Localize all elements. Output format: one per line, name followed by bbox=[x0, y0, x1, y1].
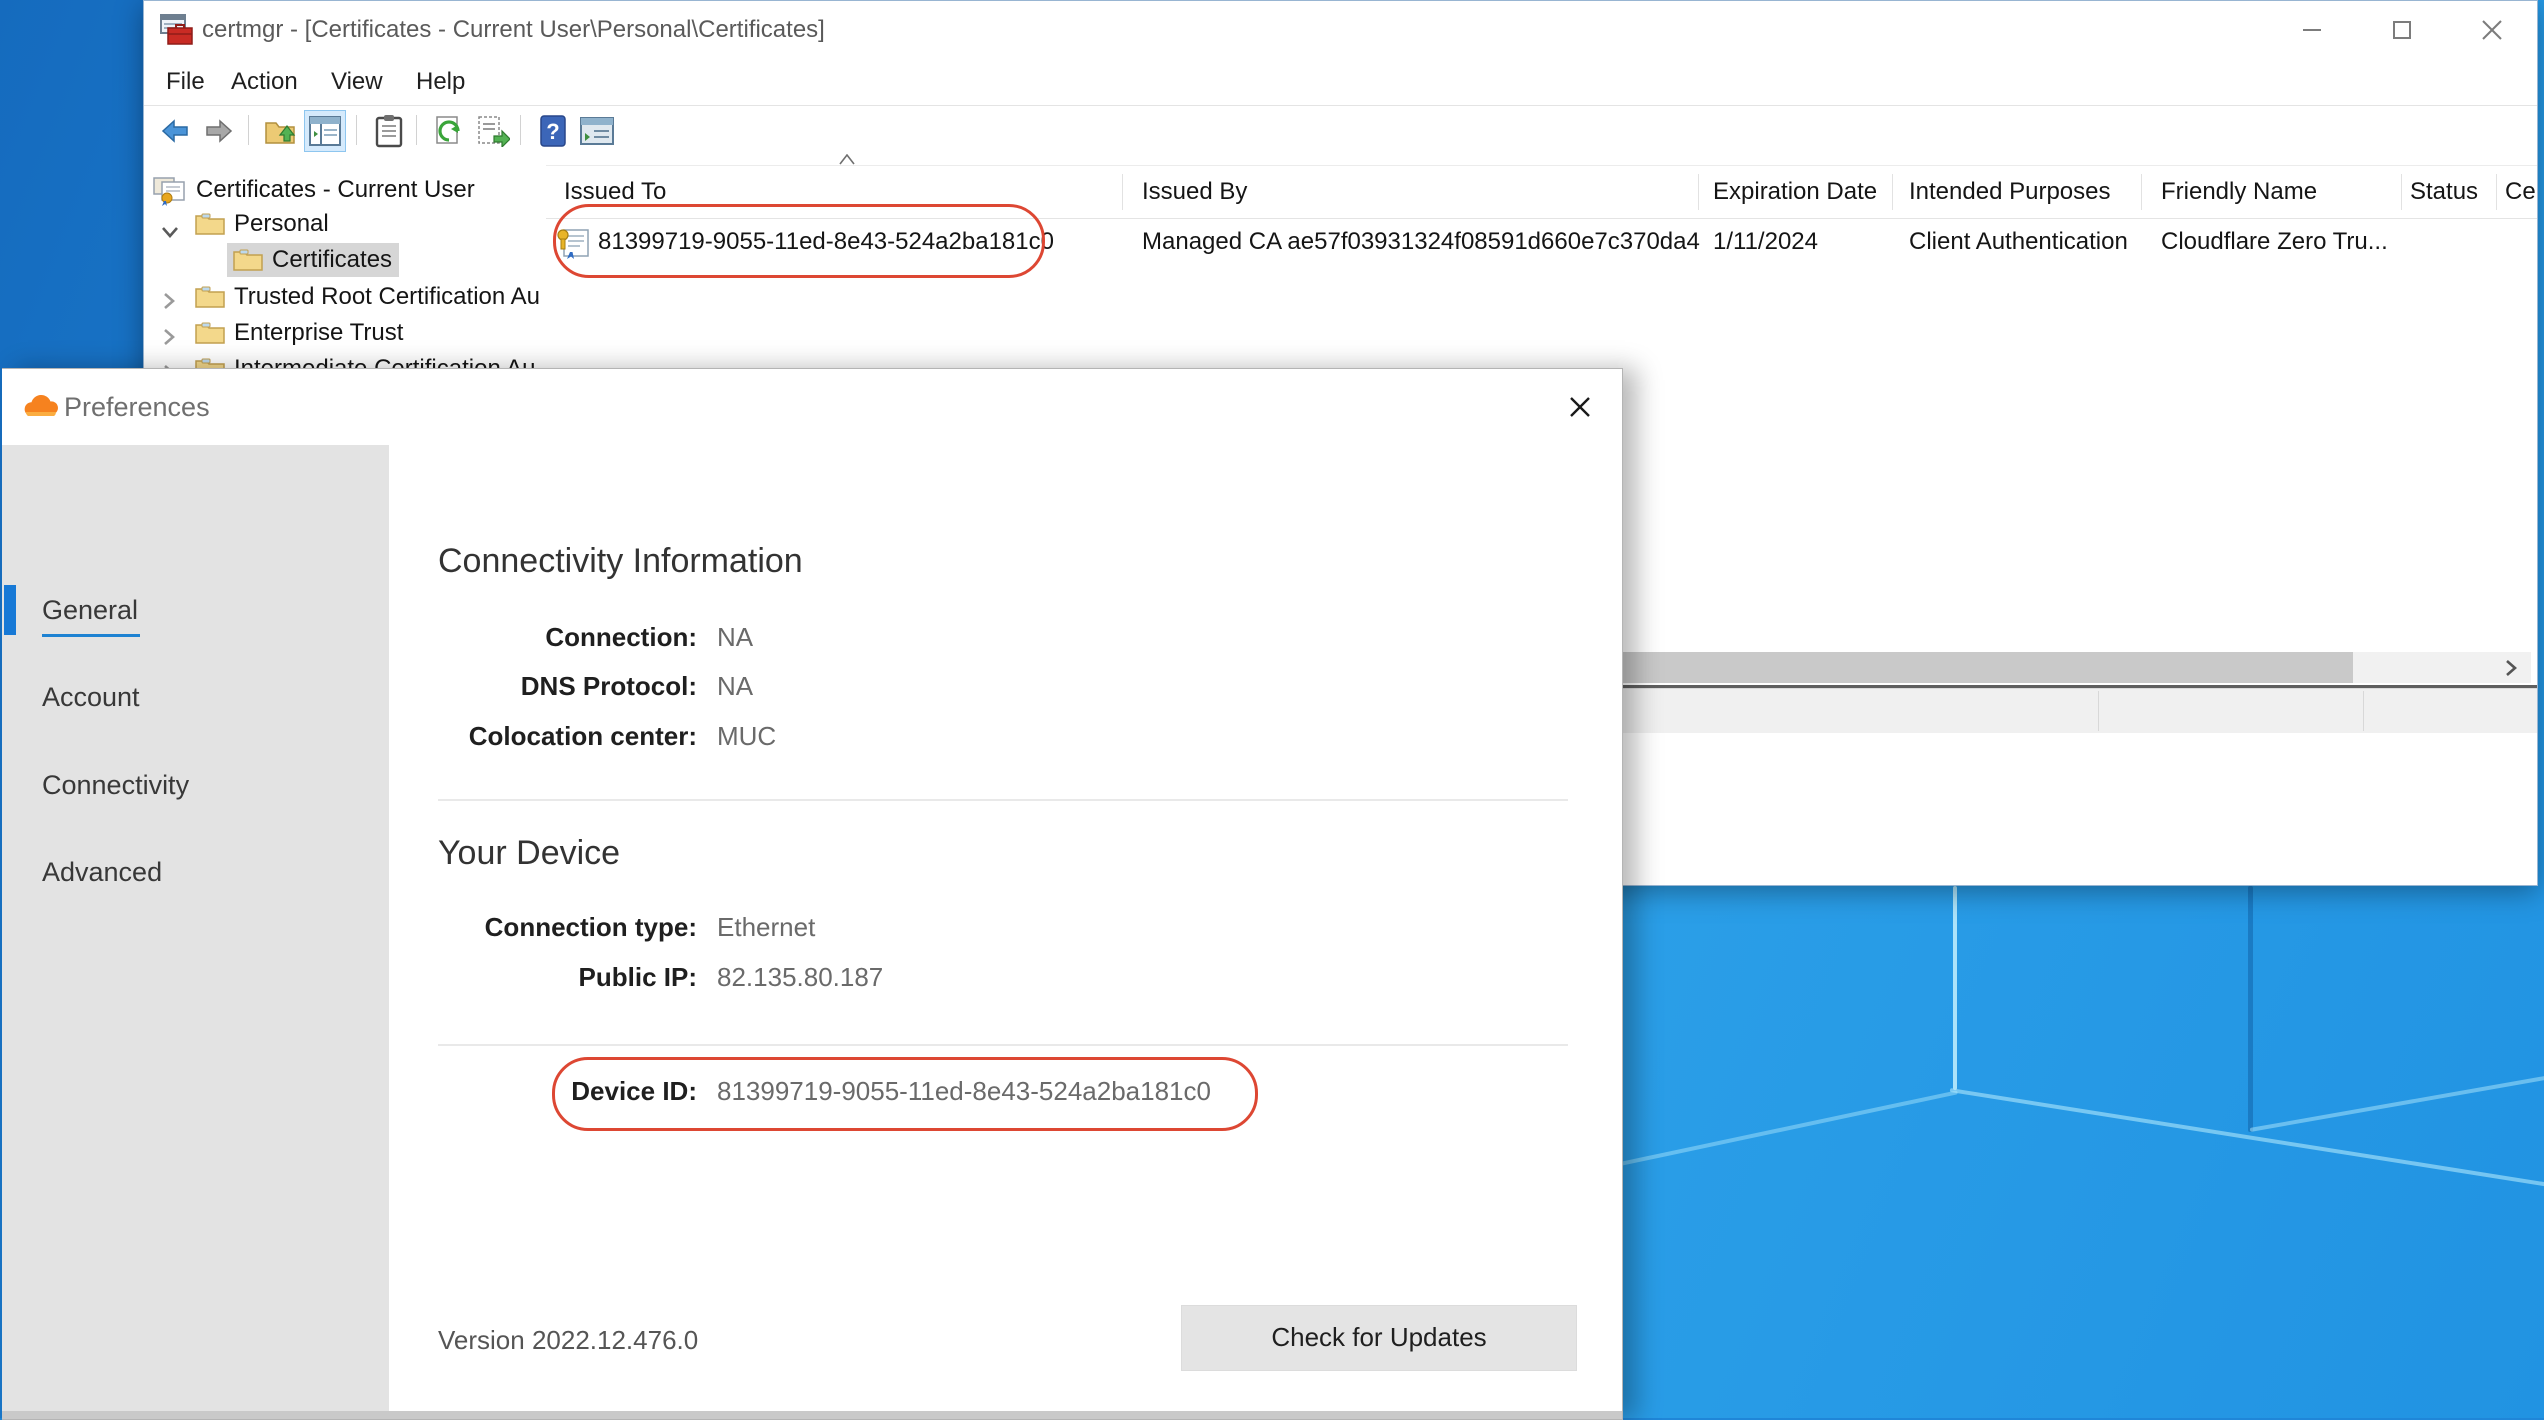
menu-action[interactable]: Action bbox=[225, 58, 304, 105]
back-icon bbox=[159, 115, 191, 147]
sidebar-item-general[interactable]: General bbox=[42, 585, 138, 635]
tree-item-personal[interactable]: Personal bbox=[144, 207, 546, 241]
selected-tab-accent-bar bbox=[4, 585, 16, 635]
preferences-sidebar: General Account Connectivity Advanced bbox=[2, 445, 389, 1419]
sidebar-item-advanced[interactable]: Advanced bbox=[42, 847, 162, 897]
dns-protocol-value: NA bbox=[717, 666, 753, 706]
tree-item-certificates[interactable]: Certificates bbox=[144, 243, 546, 277]
connection-type-value: Ethernet bbox=[717, 907, 815, 947]
column-header-issued-by[interactable]: Issued By bbox=[1142, 166, 1247, 218]
refresh-icon bbox=[433, 115, 465, 147]
wallpaper-line bbox=[1953, 886, 1957, 1090]
dns-protocol-label: DNS Protocol: bbox=[397, 666, 697, 706]
cloudflare-logo-icon bbox=[22, 394, 60, 425]
connection-value: NA bbox=[717, 617, 753, 657]
help-icon: ? bbox=[540, 115, 566, 147]
colocation-center-label: Colocation center: bbox=[397, 716, 697, 756]
export-folder-icon bbox=[264, 115, 298, 147]
forward-button[interactable] bbox=[198, 110, 240, 152]
column-header-expiration-date[interactable]: Expiration Date bbox=[1713, 166, 1877, 218]
wallpaper-line bbox=[1620, 1090, 1958, 1166]
certmgr-app-icon bbox=[158, 12, 194, 53]
colocation-center-value: MUC bbox=[717, 716, 776, 756]
clipboard-icon bbox=[375, 114, 403, 148]
folder-icon bbox=[194, 210, 226, 246]
cloudflare-preferences-dialog: Preferences General Account Connectivity… bbox=[2, 368, 1623, 1420]
cell-intended-purposes: Client Authentication bbox=[1909, 217, 2128, 267]
toolbar: ? bbox=[144, 106, 2537, 155]
forward-icon bbox=[203, 115, 235, 147]
tree-item-label: Certificates bbox=[272, 243, 392, 277]
show-console-tree-button[interactable] bbox=[304, 110, 346, 152]
export-list-icon bbox=[476, 115, 510, 147]
new-console-window-button[interactable] bbox=[576, 110, 618, 152]
export-folder-button[interactable] bbox=[260, 110, 302, 152]
svg-text:?: ? bbox=[546, 119, 559, 144]
connection-type-label: Connection type: bbox=[397, 907, 697, 947]
cell-friendly-name: Cloudflare Zero Tru... bbox=[2161, 217, 2388, 267]
scrollbar-right-arrow[interactable] bbox=[2491, 652, 2531, 683]
folder-icon bbox=[194, 283, 226, 319]
preferences-title: Preferences bbox=[64, 369, 210, 445]
red-circle-annotation-device-id bbox=[552, 1057, 1258, 1131]
selected-tab-underline bbox=[42, 634, 140, 637]
preferences-close-button[interactable] bbox=[1550, 377, 1610, 437]
menu-bar: File Action View Help bbox=[144, 58, 2537, 106]
tree-root-certificates-current-user[interactable]: Certificates - Current User bbox=[144, 173, 546, 207]
back-button[interactable] bbox=[154, 110, 196, 152]
section-divider bbox=[438, 799, 1568, 801]
your-device-heading: Your Device bbox=[438, 828, 620, 878]
window-title: certmgr - [Certificates - Current User\P… bbox=[202, 1, 825, 58]
help-button[interactable]: ? bbox=[532, 110, 574, 152]
tree-item-label: Personal bbox=[234, 207, 329, 241]
version-text: Version 2022.12.476.0 bbox=[438, 1320, 698, 1360]
column-header-certificate[interactable]: Ce bbox=[2505, 166, 2536, 218]
menu-file[interactable]: File bbox=[160, 58, 211, 105]
cell-issued-by: Managed CA ae57f03931324f08591d660e7c370… bbox=[1142, 217, 1700, 267]
refresh-button[interactable] bbox=[428, 110, 470, 152]
section-divider bbox=[438, 1044, 1568, 1046]
connection-label: Connection: bbox=[397, 617, 697, 657]
tree-item-label: Trusted Root Certification Au bbox=[234, 280, 540, 314]
export-list-button[interactable] bbox=[472, 110, 514, 152]
public-ip-value: 82.135.80.187 bbox=[717, 957, 883, 997]
sidebar-item-connectivity[interactable]: Connectivity bbox=[42, 760, 189, 810]
tree-item-trusted-root[interactable]: Trusted Root Certification Au bbox=[144, 280, 546, 314]
wallpaper-line bbox=[1950, 1088, 2544, 1187]
connectivity-information-heading: Connectivity Information bbox=[438, 536, 803, 586]
column-header-friendly-name[interactable]: Friendly Name bbox=[2161, 166, 2317, 218]
close-icon bbox=[1565, 392, 1595, 422]
paste-button[interactable] bbox=[368, 110, 410, 152]
check-for-updates-button[interactable]: Check for Updates bbox=[1181, 1305, 1577, 1371]
sidebar-item-account[interactable]: Account bbox=[42, 672, 140, 722]
tree-item-enterprise-trust[interactable]: Enterprise Trust bbox=[144, 316, 546, 350]
wallpaper-line bbox=[2250, 1074, 2544, 1132]
public-ip-label: Public IP: bbox=[397, 957, 697, 997]
wallpaper-line bbox=[2248, 886, 2253, 1132]
tree-item-label: Certificates - Current User bbox=[196, 173, 475, 207]
certmgr-titlebar: certmgr - [Certificates - Current User\P… bbox=[144, 1, 2537, 58]
menu-help[interactable]: Help bbox=[410, 58, 471, 105]
close-button[interactable] bbox=[2459, 1, 2525, 58]
preferences-header: Preferences bbox=[2, 369, 1622, 445]
column-header-status[interactable]: Status bbox=[2410, 166, 2478, 218]
tree-item-label: Enterprise Trust bbox=[234, 316, 403, 350]
maximize-button[interactable] bbox=[2369, 1, 2435, 58]
column-header-intended-purposes[interactable]: Intended Purposes bbox=[1909, 166, 2110, 218]
minimize-button[interactable] bbox=[2279, 1, 2345, 58]
folder-icon bbox=[232, 246, 264, 282]
folder-icon bbox=[194, 319, 226, 355]
console-window-icon bbox=[580, 117, 614, 145]
cell-expiration-date: 1/11/2024 bbox=[1713, 217, 1818, 267]
menu-view[interactable]: View bbox=[325, 58, 389, 105]
show-console-tree-icon bbox=[309, 116, 341, 146]
red-circle-annotation-issued-to bbox=[553, 204, 1045, 278]
